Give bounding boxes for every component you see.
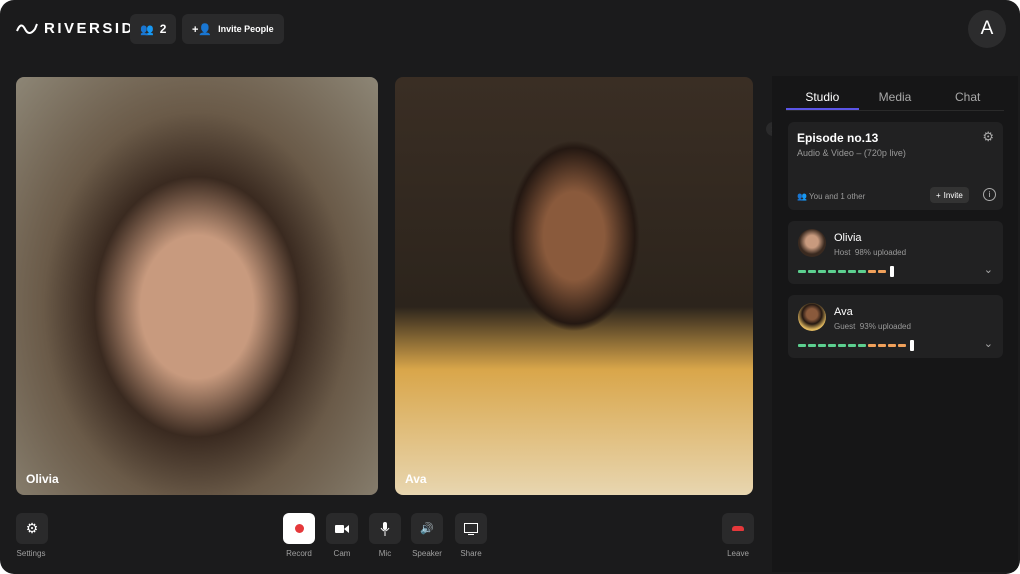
participant-role: Guest [834, 322, 856, 331]
progress-segment [818, 344, 826, 347]
hang-up-icon [732, 526, 744, 531]
gear-icon: ⚙ [25, 520, 39, 536]
add-person-icon: + [936, 190, 941, 200]
mic-button[interactable] [369, 513, 401, 544]
user-avatar[interactable]: A [968, 10, 1006, 48]
progress-segment [838, 344, 846, 347]
participant-avatar [798, 229, 826, 257]
speaker-icon: 🔊 [420, 523, 434, 535]
wave-icon [16, 23, 38, 34]
studio-app: RIVERSIDE 👥 2 +👤 Invite People A Olivia … [0, 0, 1020, 574]
episode-title: Episode no.13 [797, 131, 879, 145]
invite-people-button[interactable]: +👤 Invite People [182, 14, 284, 44]
chevron-down-icon[interactable]: ⌄ [984, 263, 993, 276]
people-icon: 👥 [140, 23, 154, 36]
upload-progress-bar [798, 266, 894, 277]
progress-segment [838, 270, 846, 273]
tab-studio[interactable]: Studio [786, 86, 859, 110]
screen-share-icon [464, 522, 478, 535]
participant-card-ava: Ava Guest 93% uploaded ⌄ [788, 295, 1003, 358]
video-name-label: Olivia [26, 472, 59, 486]
progress-segment [898, 344, 906, 347]
upload-status: 98% uploaded [854, 248, 907, 257]
tab-media[interactable]: Media [859, 86, 932, 110]
settings-button[interactable]: ⚙ [16, 513, 48, 544]
avatar-initial: A [980, 18, 994, 39]
leave-label: Leave [727, 549, 749, 558]
progress-segment [798, 344, 806, 347]
progress-segment [888, 344, 896, 347]
video-name-label: Ava [405, 472, 427, 486]
video-tile-olivia: Olivia [16, 77, 378, 495]
share-button[interactable] [455, 513, 487, 544]
panel-tabs: Studio Media Chat [786, 86, 1004, 111]
progress-segment [808, 270, 816, 273]
invite-button[interactable]: + Invite [930, 187, 969, 203]
people-icon: 👥 [797, 192, 810, 201]
speaker-label: Speaker [412, 549, 442, 558]
cam-button[interactable] [326, 513, 358, 544]
upload-status: 93% uploaded [859, 322, 911, 331]
progress-segment [868, 344, 876, 347]
progress-segment [828, 344, 836, 347]
record-button[interactable] [283, 513, 315, 544]
camera-icon [335, 524, 349, 533]
add-person-icon: +👤 [192, 23, 213, 36]
progress-segment [858, 270, 866, 273]
progress-segment [828, 270, 836, 273]
progress-knob [890, 266, 894, 277]
episode-subtitle: Audio & Video – (720p live) [797, 148, 906, 158]
invite-people-label: Invite People [218, 24, 274, 34]
progress-knob [910, 340, 914, 351]
participant-name: Ava [834, 306, 853, 318]
participant-avatar [798, 303, 826, 331]
progress-segment [818, 270, 826, 273]
progress-segment [848, 344, 856, 347]
chevron-down-icon[interactable]: ⌄ [984, 337, 993, 350]
progress-segment [798, 270, 806, 273]
speaker-button[interactable]: 🔊 [411, 513, 443, 544]
participant-name: Olivia [834, 232, 862, 244]
gear-icon[interactable]: ⚙ [982, 129, 994, 145]
participants-button[interactable]: 👥 2 [130, 14, 177, 44]
side-panel: Studio Media Chat Episode no.13 Audio & … [772, 76, 1018, 572]
upload-progress-bar [798, 340, 914, 351]
episode-card: Episode no.13 Audio & Video – (720p live… [788, 122, 1003, 210]
progress-segment [868, 270, 876, 273]
progress-segment [858, 344, 866, 347]
video-tile-ava: Ava [395, 77, 753, 495]
share-label: Share [460, 549, 482, 558]
progress-segment [808, 344, 816, 347]
riverside-logo: RIVERSIDE [16, 20, 147, 37]
settings-label: Settings [16, 549, 46, 558]
participant-card-olivia: Olivia Host 98% uploaded ⌄ [788, 221, 1003, 284]
people-count-text: You and 1 other [809, 192, 866, 201]
participant-role: Host [834, 248, 851, 257]
progress-segment [878, 270, 886, 273]
participants-count: 2 [159, 22, 167, 36]
tab-chat[interactable]: Chat [931, 86, 1004, 110]
leave-button[interactable] [722, 513, 754, 544]
progress-segment [848, 270, 856, 273]
invite-label: Invite [943, 190, 963, 200]
record-dot-icon [294, 524, 304, 533]
info-icon[interactable]: i [983, 188, 996, 201]
progress-segment [878, 344, 886, 347]
mic-icon [380, 521, 390, 536]
